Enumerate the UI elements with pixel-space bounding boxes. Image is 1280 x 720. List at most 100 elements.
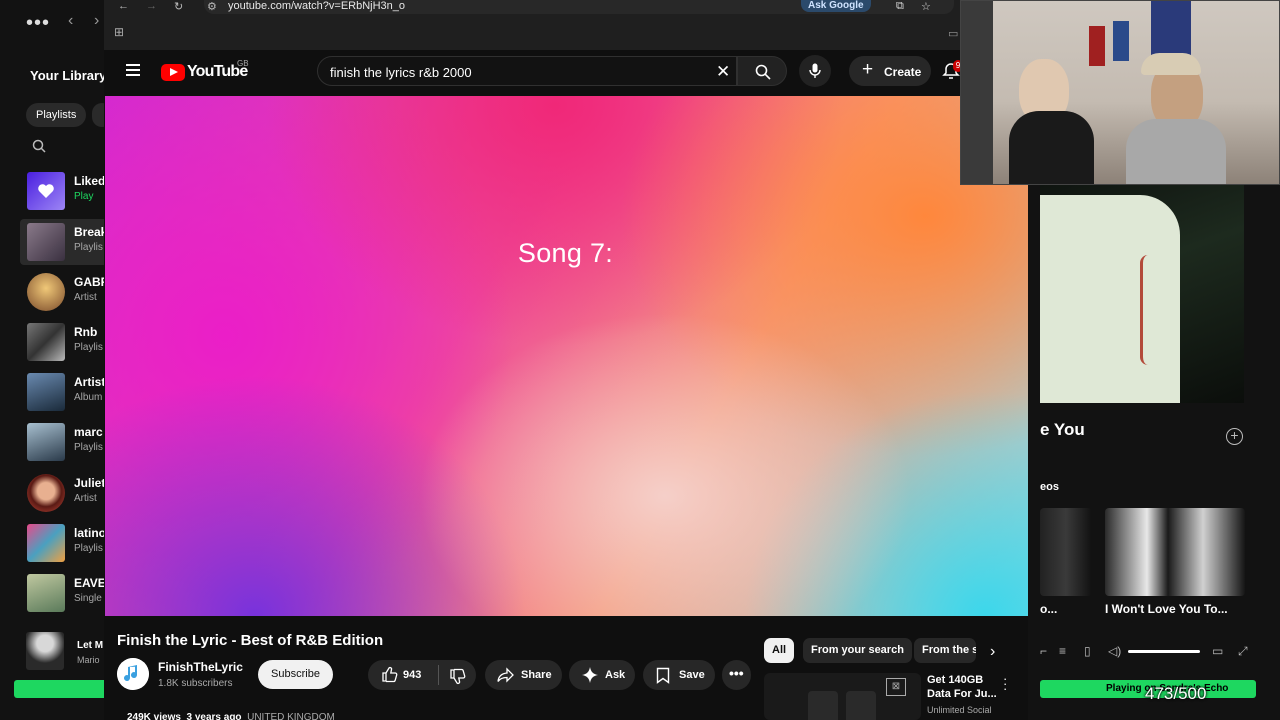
library-item-sub: Single <box>74 593 102 604</box>
cam-jersey <box>1113 21 1129 61</box>
video-player[interactable] <box>105 96 1028 616</box>
more-options-icon[interactable]: ••• <box>26 12 50 35</box>
music-note-icon <box>117 658 149 690</box>
library-item[interactable]: marc Playlis <box>20 419 110 465</box>
bookmark-star-icon[interactable]: ☆ <box>921 0 931 13</box>
site-info-icon[interactable]: ⚙ <box>207 0 217 13</box>
like-count[interactable]: 943 <box>403 669 421 681</box>
search-icon[interactable] <box>32 139 46 153</box>
library-item[interactable]: Rnb Playlis <box>20 319 110 365</box>
library-item[interactable]: Liked Play <box>20 168 110 214</box>
now-playing-title: Let M <box>77 640 104 651</box>
ad-thumbnail[interactable]: ⊠ <box>764 673 921 720</box>
reload-icon[interactable]: ↻ <box>174 0 183 13</box>
person-right-cap <box>1141 53 1201 75</box>
create-label[interactable]: Create <box>884 65 921 79</box>
library-item-name: Rnb <box>74 325 98 339</box>
video-thumbnail[interactable] <box>1105 508 1245 596</box>
chip-all[interactable]: All <box>764 638 795 663</box>
album-cover <box>1040 185 1244 403</box>
sparkle-icon[interactable] <box>582 667 598 683</box>
volume-slider[interactable] <box>1128 650 1200 653</box>
forward-icon[interactable]: → <box>146 0 157 12</box>
url-text[interactable]: youtube.com/watch?v=ERbNjH3n_o <box>228 0 405 12</box>
chevron-right-icon[interactable]: › <box>990 643 995 661</box>
library-item[interactable]: Juliet Artist <box>20 470 110 516</box>
library-item-sub: Artist <box>74 292 97 303</box>
video-title: Finish the Lyric - Best of R&B Edition <box>117 632 384 649</box>
search-input[interactable]: finish the lyrics r&b 2000 <box>330 65 472 80</box>
track-title-fragment: e You <box>1040 420 1085 439</box>
youtube-logo-icon[interactable] <box>161 64 185 81</box>
library-item-name: latino <box>74 526 106 540</box>
webcam-overlay <box>960 0 1280 185</box>
volume-icon[interactable]: ◁) <box>1108 644 1121 658</box>
library-item-thumb <box>27 574 65 612</box>
ask-google-button[interactable]: Ask Google <box>801 0 871 12</box>
library-item-name: EAVE <box>74 576 106 590</box>
chip-from-the[interactable]: From the s <box>914 638 976 663</box>
library-item[interactable]: Artist Album <box>20 369 110 415</box>
search-button[interactable] <box>737 56 787 86</box>
clear-search-icon[interactable]: ✕ <box>716 62 730 82</box>
miniplayer-icon[interactable]: ▭ <box>1212 644 1223 658</box>
playlists-filter-chip[interactable]: Playlists <box>26 103 87 127</box>
library-item-sub: Album <box>74 392 103 403</box>
hamburger-menu-icon[interactable] <box>126 64 140 76</box>
library-item-name: marc <box>74 425 103 439</box>
more-vertical-icon[interactable]: · · · <box>1003 672 1007 695</box>
device-icon[interactable]: ▯ <box>1084 644 1091 658</box>
ad-logo-icon: ⊠ <box>886 678 906 696</box>
share-label[interactable]: Share <box>521 669 552 681</box>
library-item-name: Break <box>74 225 108 239</box>
cam-shelf <box>961 1 993 184</box>
channel-avatar[interactable] <box>117 658 149 690</box>
share-arrow-icon[interactable] <box>497 667 514 683</box>
now-playing-artist: Mario <box>77 655 100 665</box>
video-metadata: 249K views 3 years ago UNITED KINGDOM <box>127 712 335 720</box>
folder-icon[interactable]: ▭ <box>948 27 958 40</box>
now-playing[interactable]: Let M Mario <box>20 630 110 674</box>
library-item-thumb <box>27 474 65 512</box>
spotify-library-sidebar: ••• ‹ › Your Library Playlists Liked Pla… <box>0 0 112 720</box>
person-left-body <box>1009 111 1094 184</box>
microphone-icon <box>809 63 821 78</box>
upload-age: 3 years ago <box>186 712 242 720</box>
chip-from-your-search[interactable]: From your search <box>803 638 912 663</box>
voice-search-button[interactable] <box>799 55 831 87</box>
library-item[interactable]: latino Playlis <box>20 520 110 566</box>
add-to-library-icon[interactable]: + <box>1226 428 1243 445</box>
library-item-name: Artist <box>74 375 106 389</box>
playback-progress-bar[interactable] <box>14 680 110 698</box>
queue-icon[interactable]: ≡ <box>1059 644 1066 658</box>
library-item[interactable]: EAVE Single <box>20 570 110 616</box>
forward-arrow-icon[interactable]: › <box>94 12 99 30</box>
library-item[interactable]: GABR Artist <box>20 269 110 315</box>
screen: ••• ‹ › Your Library Playlists Liked Pla… <box>0 0 1280 720</box>
more-horizontal-icon[interactable]: ••• <box>729 665 744 681</box>
library-item-sub: Playlis <box>74 342 103 353</box>
cam-jersey <box>1151 1 1191 61</box>
now-playing-thumb <box>26 632 64 670</box>
library-item-sub: Playlis <box>74 543 103 554</box>
fullscreen-icon[interactable]: ⤢ <box>1238 644 1248 659</box>
back-icon[interactable]: ← <box>118 0 129 12</box>
person-right-body <box>1126 119 1226 184</box>
subscribe-button[interactable]: Subscribe <box>258 660 333 689</box>
videos-section-label: eos <box>1040 481 1059 493</box>
video-thumbnail[interactable] <box>1040 508 1092 596</box>
view-count: 249K views <box>127 712 181 720</box>
ad-title[interactable]: Get 140GB Data For Ju... <box>927 673 1002 701</box>
thumbs-up-icon[interactable] <box>381 666 398 683</box>
thumbs-down-icon[interactable] <box>449 668 466 685</box>
extension-icon[interactable]: ⧉ <box>896 0 904 13</box>
channel-name[interactable]: FinishTheLyric <box>158 660 243 674</box>
video-label[interactable]: o... <box>1040 602 1057 616</box>
apps-grid-icon[interactable]: ⊞ <box>114 25 124 39</box>
back-arrow-icon[interactable]: ‹ <box>68 12 73 30</box>
video-label[interactable]: I Won't Love You To... <box>1105 602 1228 616</box>
bookmark-icon[interactable] <box>656 667 670 684</box>
save-label[interactable]: Save <box>679 669 705 681</box>
lyrics-icon[interactable]: ⌐ <box>1040 644 1047 658</box>
ask-label[interactable]: Ask <box>605 669 625 681</box>
